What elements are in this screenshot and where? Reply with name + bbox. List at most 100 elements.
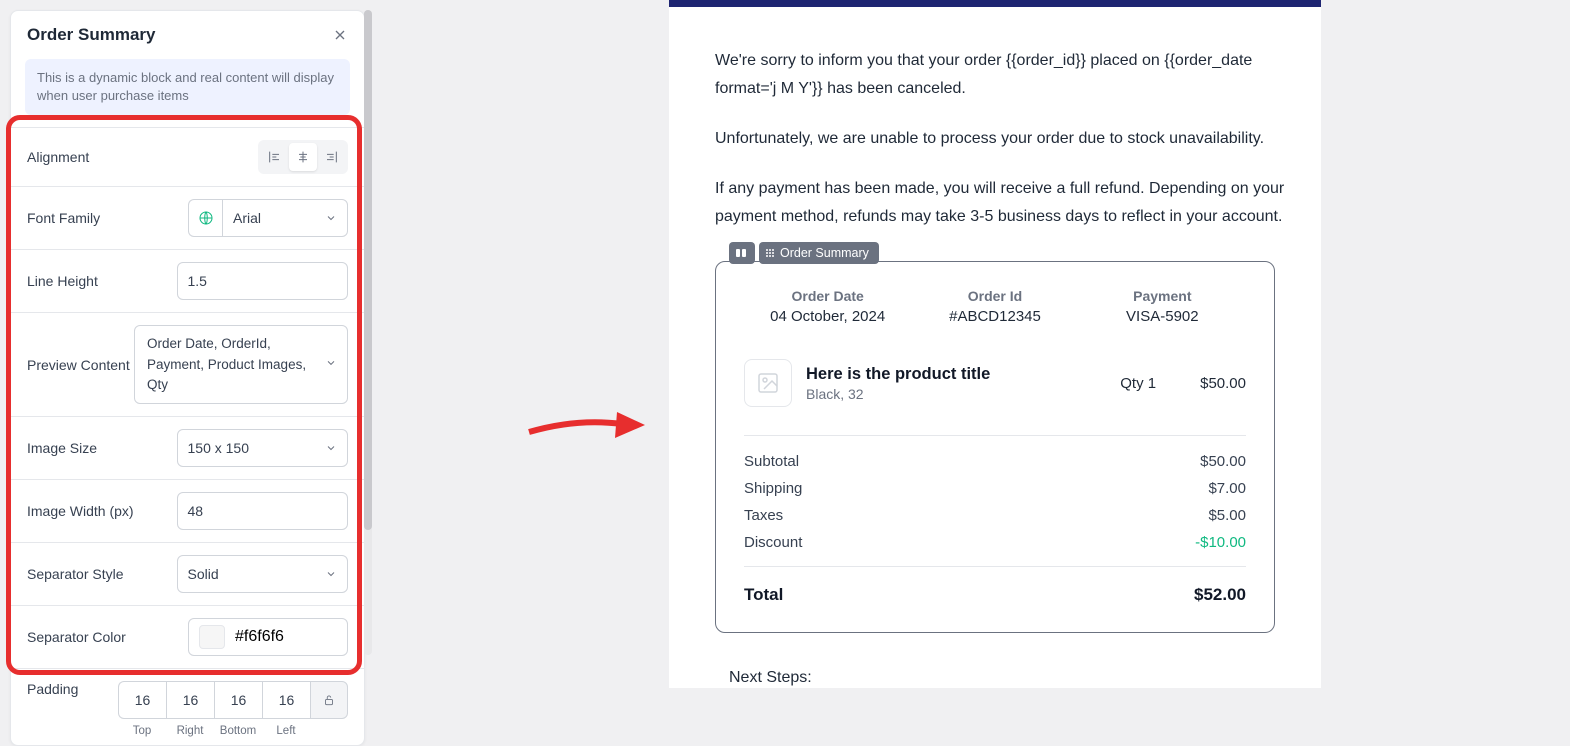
total-value: -$10.00 — [1195, 534, 1246, 551]
font-family-select[interactable]: Arial — [222, 199, 348, 237]
divider — [744, 435, 1246, 436]
block-toggle-button[interactable] — [729, 242, 755, 264]
total-line-discount: Discount -$10.00 — [744, 529, 1246, 556]
padding-top-label: Top — [118, 725, 166, 737]
sidebar-scrollbar[interactable] — [364, 10, 372, 655]
panel-header: Order Summary — [11, 11, 364, 57]
font-family-input-group: Arial — [188, 199, 348, 237]
separator-style-select[interactable]: Solid — [177, 555, 349, 593]
line-height-label: Line Height — [27, 273, 177, 289]
total-label: Discount — [744, 534, 802, 551]
alignment-row: Alignment — [11, 127, 364, 186]
image-size-select[interactable]: 150 x 150 — [177, 429, 349, 467]
separator-color-row: Separator Color #f6f6f6 — [11, 605, 364, 668]
total-value: $50.00 — [1200, 453, 1246, 470]
drag-icon — [765, 248, 775, 258]
align-left-button[interactable] — [261, 143, 289, 171]
padding-right-input[interactable]: 16 — [166, 681, 214, 719]
image-size-row: Image Size 150 x 150 — [11, 416, 364, 479]
align-center-button[interactable] — [289, 143, 317, 171]
email-paragraph: We're sorry to inform you that your orde… — [715, 47, 1289, 103]
image-size-label: Image Size — [27, 440, 177, 456]
line-height-input[interactable]: 1.5 — [177, 262, 349, 300]
separator-color-label: Separator Color — [27, 629, 188, 645]
total-label: Taxes — [744, 507, 783, 524]
sidebar-scroll-thumb[interactable] — [364, 10, 372, 530]
preview-content-select[interactable]: Order Date, OrderId, Payment, Product Im… — [134, 325, 348, 404]
total-value: $5.00 — [1208, 507, 1246, 524]
order-summary-panel: Order Summary This is a dynamic block an… — [10, 10, 365, 746]
meta-value: VISA-5902 — [1079, 308, 1246, 325]
panel-title: Order Summary — [27, 25, 156, 45]
globe-prefix[interactable] — [188, 199, 222, 237]
product-image-placeholder — [744, 359, 792, 407]
arrow-icon — [527, 410, 647, 440]
separator-style-value: Solid — [188, 566, 219, 582]
separator-color-value: #f6f6f6 — [235, 628, 284, 646]
chevron-down-icon — [325, 442, 337, 454]
meta-col: Order Id #ABCD12345 — [911, 288, 1078, 325]
image-width-input[interactable]: 48 — [177, 492, 349, 530]
image-icon — [756, 371, 780, 395]
padding-top-input[interactable]: 16 — [118, 681, 166, 719]
align-right-button[interactable] — [317, 143, 345, 171]
email-paragraph: If any payment has been made, you will r… — [715, 175, 1289, 231]
preview-content-value: Order Date, OrderId, Payment, Product Im… — [147, 334, 317, 395]
total-label: Subtotal — [744, 453, 799, 470]
meta-col: Order Date 04 October, 2024 — [744, 288, 911, 325]
padding-right-label: Right — [166, 725, 214, 737]
product-title: Here is the product title — [806, 365, 1106, 384]
block-chip-label: Order Summary — [780, 246, 869, 260]
font-family-value: Arial — [233, 210, 261, 226]
padding-lock-button[interactable] — [310, 681, 348, 719]
preview-content-row: Preview Content Order Date, OrderId, Pay… — [11, 312, 364, 416]
chevron-down-icon — [325, 357, 337, 369]
order-summary-block[interactable]: Order Date 04 October, 2024 Order Id #AB… — [715, 261, 1275, 633]
columns-icon — [735, 248, 749, 258]
total-label: Shipping — [744, 480, 802, 497]
email-paragraph: Unfortunately, we are unable to process … — [715, 125, 1289, 153]
meta-label: Order Date — [744, 288, 911, 304]
alignment-group — [258, 140, 348, 174]
meta-value: #ABCD12345 — [911, 308, 1078, 325]
product-price: $50.00 — [1200, 375, 1246, 392]
padding-label: Padding — [27, 681, 118, 697]
image-width-row: Image Width (px) 48 — [11, 479, 364, 542]
product-info: Here is the product title Black, 32 — [806, 365, 1106, 402]
separator-style-row: Separator Style Solid — [11, 542, 364, 605]
email-body: We're sorry to inform you that your orde… — [669, 7, 1321, 687]
padding-left-label: Left — [262, 725, 310, 737]
block-chip[interactable]: Order Summary — [759, 242, 879, 264]
block-label: Order Summary — [729, 242, 879, 264]
chevron-down-icon — [325, 568, 337, 580]
padding-bottom-input[interactable]: 16 — [214, 681, 262, 719]
email-preview: We're sorry to inform you that your orde… — [669, 0, 1321, 688]
padding-left-input[interactable]: 16 — [262, 681, 310, 719]
image-width-label: Image Width (px) — [27, 503, 177, 519]
next-steps-heading: Next Steps: — [715, 669, 1289, 687]
image-size-value: 150 x 150 — [188, 440, 250, 456]
product-qty: Qty 1 — [1120, 375, 1156, 392]
totals: Subtotal $50.00 Shipping $7.00 Taxes $5.… — [744, 448, 1246, 610]
font-family-row: Font Family Arial — [11, 186, 364, 249]
order-meta: Order Date 04 October, 2024 Order Id #AB… — [744, 282, 1246, 341]
meta-label: Order Id — [911, 288, 1078, 304]
meta-col: Payment VISA-5902 — [1079, 288, 1246, 325]
total-line: Taxes $5.00 — [744, 502, 1246, 529]
chevron-down-icon — [325, 212, 337, 224]
meta-label: Payment — [1079, 288, 1246, 304]
product-row: Here is the product title Black, 32 Qty … — [744, 341, 1246, 431]
line-height-value: 1.5 — [188, 273, 207, 289]
grand-total-line: Total $52.00 — [744, 566, 1246, 610]
font-family-label: Font Family — [27, 210, 188, 226]
color-swatch — [199, 625, 225, 649]
meta-value: 04 October, 2024 — [744, 308, 911, 325]
separator-style-label: Separator Style — [27, 566, 177, 582]
email-header-bar — [669, 0, 1321, 7]
padding-inputs: 16 16 16 16 — [118, 681, 348, 719]
close-icon[interactable] — [332, 27, 348, 43]
grand-total-label: Total — [744, 585, 783, 605]
lock-icon — [322, 693, 336, 707]
product-variant: Black, 32 — [806, 386, 1106, 402]
separator-color-input[interactable]: #f6f6f6 — [188, 618, 348, 656]
